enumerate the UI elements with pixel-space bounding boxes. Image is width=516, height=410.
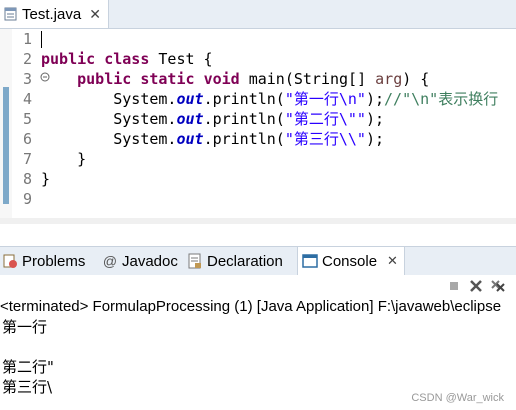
editor-tab-test-java[interactable]: Test.java ✕: [0, 0, 109, 28]
at-sign-icon: @: [102, 253, 118, 269]
tab-problems[interactable]: Problems: [2, 247, 85, 275]
code-line-7: }: [77, 150, 87, 168]
line-number-gutter: 1 2 3 4 5 6 7 8 9: [12, 29, 50, 218]
code-editor[interactable]: 1 2 3 4 5 6 7 8 9 public class Test { pu…: [0, 29, 516, 218]
code-line-4: System.out.println("第一行\n");//"\n"表示换行: [113, 90, 499, 108]
code-line-6: System.out.println("第三行\\");: [113, 130, 385, 148]
editor-tab-label: Test.java: [22, 5, 82, 23]
change-marker: [3, 87, 9, 204]
java-file-icon: [4, 7, 18, 21]
overview-ruler: [0, 29, 12, 218]
problems-icon: [2, 253, 18, 269]
tab-javadoc[interactable]: @ Javadoc: [102, 247, 178, 275]
code-text-area[interactable]: public class Test { public static void m…: [41, 29, 516, 218]
console-output[interactable]: 第一行 第二行" 第三行\: [2, 317, 512, 397]
code-line-5: System.out.println("第二行\"");: [113, 110, 385, 128]
console-line: 第二行": [2, 358, 54, 376]
code-line-8: }: [41, 170, 51, 188]
watermark: CSDN @War_wick: [411, 392, 504, 404]
console-status: <terminated> FormulapProcessing (1) [Jav…: [0, 298, 502, 315]
text-caret: [41, 31, 42, 48]
line-number: 3: [22, 70, 32, 88]
line-number: 4: [22, 90, 32, 108]
console-toolbar: [0, 275, 516, 297]
console-icon: [302, 253, 318, 269]
line-number: 2: [22, 50, 32, 68]
tab-label: Console: [322, 252, 378, 270]
tab-declaration[interactable]: Declaration: [187, 247, 283, 275]
panel-tab-bar: Problems @ Javadoc Declaration Console ✕: [0, 246, 516, 276]
terminate-icon[interactable]: [446, 278, 462, 294]
code-line-2: public class Test {: [41, 50, 213, 68]
declaration-icon: [187, 253, 203, 269]
line-number: 8: [22, 170, 32, 188]
remove-all-terminated-icon[interactable]: [490, 278, 506, 294]
line-number: 1: [22, 30, 32, 48]
line-number: 7: [22, 150, 32, 168]
editor-tab-bar: Test.java ✕: [0, 0, 516, 29]
tab-console[interactable]: Console ✕: [297, 247, 405, 275]
line-number: 6: [22, 130, 32, 148]
line-number: 9: [22, 190, 32, 208]
editor-panel-divider[interactable]: [0, 224, 516, 246]
tab-label: Problems: [22, 252, 86, 270]
tab-label: Javadoc: [122, 252, 178, 270]
close-icon[interactable]: ✕: [387, 253, 398, 269]
console-line: 第一行: [2, 318, 48, 336]
close-icon[interactable]: ✕: [89, 6, 101, 23]
tab-label: Declaration: [207, 252, 283, 270]
code-line-3: public static void main(String[] arg) {: [77, 70, 430, 88]
line-number: 5: [22, 110, 32, 128]
remove-launch-icon[interactable]: [468, 278, 484, 294]
